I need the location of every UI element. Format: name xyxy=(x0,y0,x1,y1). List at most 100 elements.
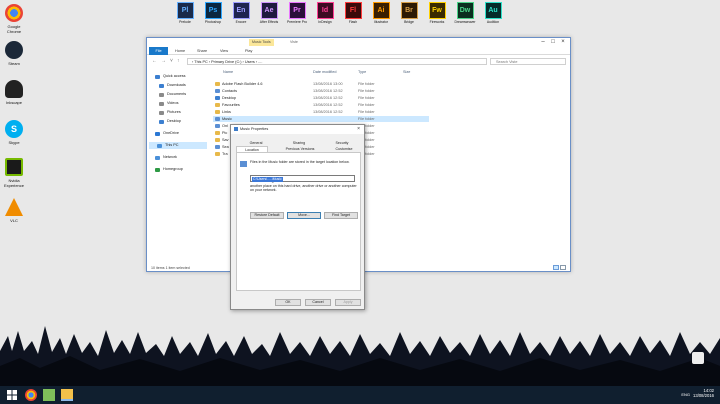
dock-app-dreamweaver[interactable]: Dw Dreamweaver xyxy=(452,2,478,24)
language-indicator[interactable]: ENG xyxy=(681,392,690,397)
column-header-date[interactable]: Date modified xyxy=(313,70,336,77)
ribbon-tab-home[interactable]: Home xyxy=(175,47,185,55)
nav-documents[interactable]: Documents xyxy=(159,91,186,98)
ribbon-tabs: File Home Share View Play xyxy=(147,47,570,55)
dock-app-label: Flash xyxy=(348,20,358,24)
ribbon-tab-file[interactable]: File xyxy=(149,47,168,55)
music-folder-icon xyxy=(240,161,247,167)
file-explorer-icon[interactable] xyxy=(43,389,55,401)
dock-app-encore[interactable]: En Encore xyxy=(228,2,254,24)
dock-app-illustrator[interactable]: Ai Illustrator xyxy=(368,2,394,24)
back-arrow-icon[interactable]: ← xyxy=(152,58,157,64)
desktop-icon-skype[interactable]: S Skype xyxy=(1,120,27,145)
dialog-title: Music Properties xyxy=(240,127,269,131)
up-arrow-icon[interactable]: ↑ xyxy=(177,58,180,64)
file-date: 13/08/2016 13:00 xyxy=(313,82,343,86)
nav-label: Network xyxy=(163,155,177,159)
desktop-icon-steam[interactable]: Steam xyxy=(1,41,27,66)
music-folder-icon xyxy=(234,127,238,131)
restore-default-button[interactable]: Restore Default xyxy=(250,212,284,219)
dock-app-photoshop[interactable]: Ps Photoshop xyxy=(200,2,226,24)
file-row-selected[interactable]: Music File folder xyxy=(213,116,429,122)
nav-label: Videos xyxy=(167,101,179,105)
dock-app-flash[interactable]: Fl Flash xyxy=(340,2,366,24)
file-row[interactable]: Desktop 13/08/2016 12:52 File folder xyxy=(213,95,429,101)
dock-app-prelude[interactable]: Pl Prelude xyxy=(172,2,198,24)
pictures-folder-icon xyxy=(215,131,220,135)
ok-button[interactable]: OK xyxy=(275,299,301,306)
nav-network[interactable]: Network xyxy=(155,154,177,161)
nav-homegroup[interactable]: Homegroup xyxy=(155,166,183,173)
desktop-folder-icon xyxy=(215,96,220,100)
find-target-button[interactable]: Find Target xyxy=(324,212,358,219)
ribbon-tab-share[interactable]: Share xyxy=(197,47,207,55)
dialog-titlebar[interactable]: Music Properties × xyxy=(231,125,364,134)
large-icons-view-icon[interactable] xyxy=(560,265,566,270)
address-bar[interactable]: › This PC › Primary Drive (C:) › Users ›… xyxy=(187,58,487,65)
address-bar-row: ← → ˅ ↑ › This PC › Primary Drive (C:) ›… xyxy=(147,56,570,66)
nav-label: Quick access xyxy=(163,74,186,78)
dock-app-premiere-pro[interactable]: Pr Premiere Pro xyxy=(284,2,310,24)
dialog-close-button[interactable]: × xyxy=(357,125,360,134)
apply-button[interactable]: Apply xyxy=(335,299,361,306)
system-clock[interactable]: 14:02 13/08/2016 xyxy=(693,388,714,398)
favourites-icon xyxy=(215,103,220,107)
dock-app-after-effects[interactable]: Ae After Effects xyxy=(256,2,282,24)
desktop-icon xyxy=(159,119,164,124)
nav-videos[interactable]: Videos xyxy=(159,100,179,107)
dock-app-fireworks[interactable]: Fw Fireworks xyxy=(424,2,450,24)
vlc-icon xyxy=(5,198,23,216)
download-icon xyxy=(159,83,164,88)
skype-icon: S xyxy=(5,120,23,138)
file-name: Sea xyxy=(222,145,229,149)
column-header-size[interactable]: Size xyxy=(403,70,410,77)
music-tools-tab[interactable]: Music Tools xyxy=(249,39,274,46)
file-row[interactable]: Links 13/08/2016 12:52 File folder xyxy=(213,109,429,115)
music-properties-dialog: Music Properties × General Sharing Secur… xyxy=(230,124,365,310)
premiere-pro-icon: Pr xyxy=(288,2,306,19)
column-header-name[interactable]: Name xyxy=(223,70,233,77)
file-name: Contacts xyxy=(222,89,237,93)
nav-pictures[interactable]: Pictures xyxy=(159,109,181,116)
desktop-icon-vlc[interactable]: VLC xyxy=(1,198,27,223)
ribbon-tab-view[interactable]: View xyxy=(220,47,228,55)
details-view-icon[interactable] xyxy=(553,265,559,270)
chevron-down-icon[interactable]: ˅ xyxy=(170,58,173,64)
explorer-titlebar[interactable]: Music Tools Viste – □ × xyxy=(147,38,570,47)
cancel-button[interactable]: Cancel xyxy=(305,299,331,306)
dock-app-bridge[interactable]: Br Bridge xyxy=(396,2,422,24)
start-icon[interactable] xyxy=(6,389,18,401)
prelude-icon: Pl xyxy=(176,2,194,19)
location-path-input[interactable]: C:\Users\.....\Music xyxy=(250,175,355,182)
nav-quick-access[interactable]: Quick access xyxy=(155,73,186,80)
ribbon-tab-play[interactable]: Play xyxy=(245,47,252,55)
nav-desktop[interactable]: Desktop xyxy=(159,118,181,125)
nav-onedrive[interactable]: OneDrive xyxy=(155,130,179,137)
desktop-icon-inkscape[interactable]: Inkscape xyxy=(1,80,27,105)
desktop-icon-chrome[interactable]: Google Chrome xyxy=(1,4,27,34)
nav-this-pc[interactable]: This PC xyxy=(149,142,207,149)
file-name: Adobe Flash Builder 4.6 xyxy=(222,82,263,86)
file-type: File folder xyxy=(358,110,375,114)
folder-icon[interactable] xyxy=(61,389,73,401)
file-name: Links xyxy=(222,110,231,114)
maximize-button[interactable]: □ xyxy=(548,38,558,47)
encore-icon: En xyxy=(232,2,250,19)
file-row[interactable]: Favourites 13/08/2016 12:52 File folder xyxy=(213,102,429,108)
status-bar: 10 items 1 item selected xyxy=(151,266,190,270)
file-row[interactable]: Contacts 13/08/2016 12:52 File folder xyxy=(213,88,429,94)
minimize-button[interactable]: – xyxy=(538,38,548,47)
close-button[interactable]: × xyxy=(558,38,568,47)
dock-app-indesign[interactable]: Id InDesign xyxy=(312,2,338,24)
file-row[interactable]: Adobe Flash Builder 4.6 13/08/2016 13:00 F… xyxy=(213,81,429,87)
column-header-type[interactable]: Type xyxy=(358,70,366,77)
recycle-bin-icon[interactable] xyxy=(692,352,704,364)
forward-arrow-icon[interactable]: → xyxy=(161,58,166,64)
nav-downloads[interactable]: Downloads xyxy=(159,82,186,89)
file-name: Onl xyxy=(222,124,228,128)
move-button[interactable]: Move... xyxy=(287,212,321,219)
chrome-icon[interactable] xyxy=(25,389,37,401)
dock-app-audition[interactable]: Au Audition xyxy=(480,2,506,24)
desktop-icon-nvidia[interactable]: Nvidia Experience xyxy=(1,158,27,188)
search-input[interactable]: Search Viste xyxy=(490,58,566,65)
